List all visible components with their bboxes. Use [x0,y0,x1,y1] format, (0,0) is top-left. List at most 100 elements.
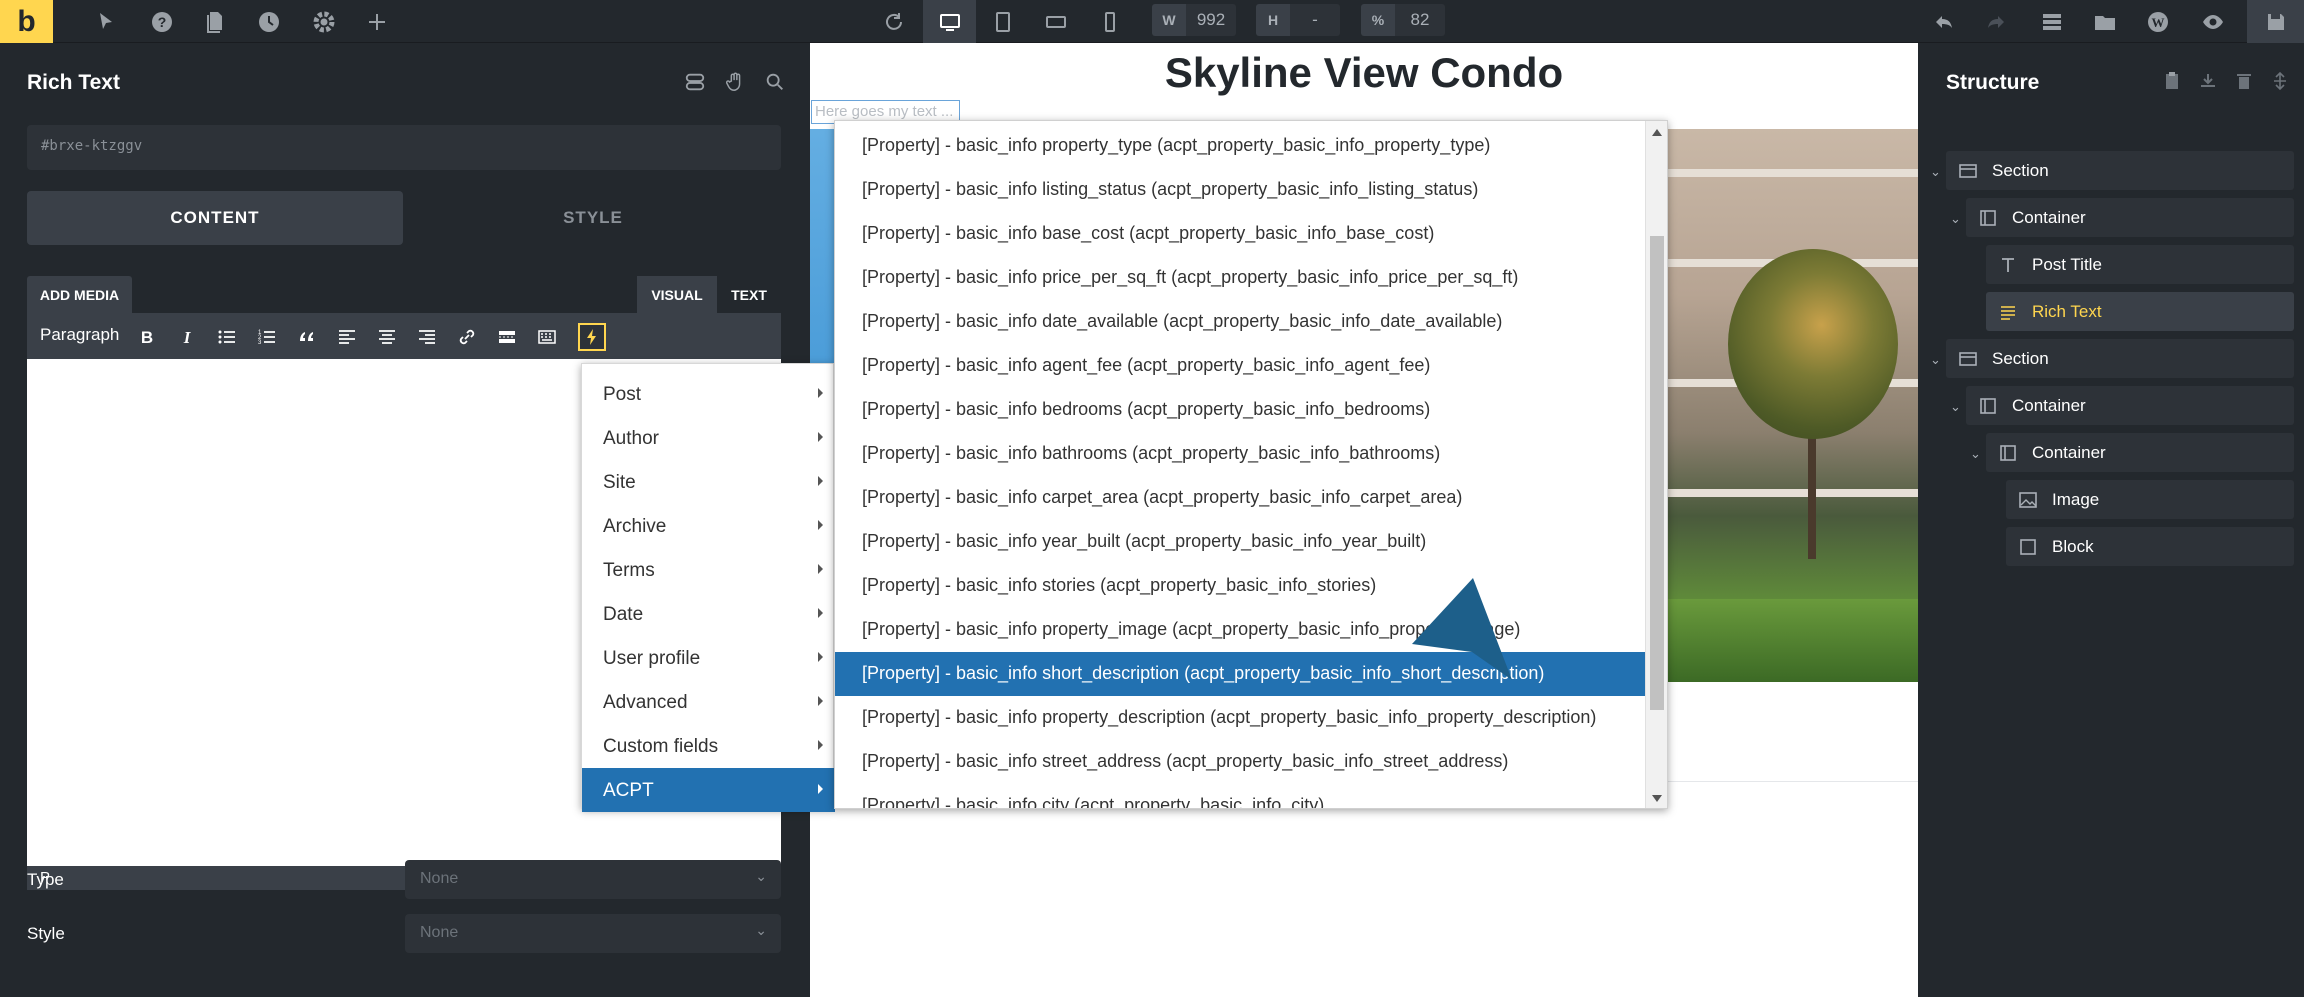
settings-icon[interactable] [302,0,346,43]
save-icon[interactable] [2247,0,2304,43]
style-select[interactable]: None ⌄ [405,914,781,953]
scroll-thumb[interactable] [1650,236,1664,710]
tab-content[interactable]: CONTENT [27,191,403,245]
search-icon[interactable] [764,71,786,98]
mobile-portrait-icon[interactable] [1088,0,1132,43]
history-icon[interactable] [247,0,291,43]
scroll-down-arrow-icon[interactable] [1652,795,1662,802]
tree-node-container[interactable]: Container [1986,433,2294,472]
field-option[interactable]: [Property] - basic_info property_descrip… [835,696,1645,740]
menu-item-advanced[interactable]: Advanced [582,680,835,724]
zoom-control[interactable]: % 82 [1361,4,1445,36]
field-option[interactable]: [Property] - basic_info bedrooms (acpt_p… [835,388,1645,432]
menu-item-user-profile[interactable]: User profile [582,636,835,680]
desktop-breakpoint-icon[interactable] [923,0,976,43]
templates-icon[interactable] [2030,0,2074,43]
tree-node-container[interactable]: Container [1966,386,2294,425]
link-icon[interactable] [453,323,481,351]
toolbar-toggle-icon[interactable] [533,323,561,351]
blockquote-icon[interactable] [293,323,321,351]
height-input[interactable]: - [1290,4,1340,36]
tree-node-section[interactable]: Section [1946,339,2294,378]
bold-icon[interactable]: B [133,323,161,351]
numbered-list-icon[interactable]: 123 [253,323,281,351]
pages-icon[interactable] [193,0,237,43]
menu-item-author[interactable]: Author [582,416,835,460]
tab-visual[interactable]: VISUAL [637,276,717,313]
tree-node-block[interactable]: Block [2006,527,2294,566]
submenu-scrollbar[interactable] [1645,121,1667,808]
class-toggle-icon[interactable] [684,71,706,98]
preview-icon[interactable] [2191,0,2235,43]
tree-node-image[interactable]: Image [2006,480,2294,519]
mobile-landscape-icon[interactable] [1034,0,1078,43]
field-option[interactable]: [Property] - basic_info carpet_area (acp… [835,476,1645,520]
css-id-field[interactable]: #brxe-ktzggv [27,125,781,170]
collapse-caret-icon[interactable]: ⌄ [1950,399,1961,415]
collapse-caret-icon[interactable]: ⌄ [1950,211,1961,227]
menu-item-custom-fields[interactable]: Custom fields [582,724,835,768]
redo-icon[interactable] [1974,0,2018,43]
collapse-caret-icon[interactable]: ⌄ [1970,446,1981,462]
tree-node-container[interactable]: Container [1966,198,2294,237]
clipboard-icon[interactable] [2162,71,2182,96]
folder-icon[interactable] [2083,0,2127,43]
field-option[interactable]: [Property] - basic_info year_built (acpt… [835,520,1645,564]
field-option[interactable]: [Property] - basic_info property_type (a… [835,124,1645,168]
undo-icon[interactable] [1922,0,1966,43]
field-option[interactable]: [Property] - basic_info price_per_sq_ft … [835,256,1645,300]
width-label: W [1152,4,1186,36]
menu-item-site[interactable]: Site [582,460,835,504]
align-left-icon[interactable] [333,323,361,351]
menu-item-terms[interactable]: Terms [582,548,835,592]
collapse-icon[interactable] [2270,71,2290,96]
height-control[interactable]: H - [1256,4,1340,36]
trash-icon[interactable] [2234,71,2254,96]
field-option[interactable]: [Property] - basic_info date_available (… [835,300,1645,344]
field-option[interactable]: [Property] - basic_info base_cost (acpt_… [835,212,1645,256]
help-icon[interactable]: ? [140,0,184,43]
dynamic-data-icon[interactable] [578,323,606,351]
field-option[interactable]: [Property] - basic_info stories (acpt_pr… [835,564,1645,608]
menu-item-post[interactable]: Post [582,372,835,416]
bricks-logo[interactable]: b [0,0,53,43]
collapse-caret-icon[interactable]: ⌄ [1930,164,1941,180]
menu-item-acpt[interactable]: ACPT [582,768,835,812]
paragraph-format-select[interactable]: Paragraph [40,325,119,345]
field-option[interactable]: [Property] - basic_info agent_fee (acpt_… [835,344,1645,388]
submenu-arrow-icon [818,652,823,662]
wordpress-icon[interactable]: W [2136,0,2180,43]
tab-text[interactable]: TEXT [717,276,781,313]
width-input[interactable]: 992 [1186,4,1236,36]
field-option[interactable]: [Property] - basic_info listing_status (… [835,168,1645,212]
field-option-selected[interactable]: [Property] - basic_info short_descriptio… [835,652,1645,696]
width-control[interactable]: W 992 [1152,4,1236,36]
field-option[interactable]: [Property] - basic_info city (acpt_prope… [835,784,1645,808]
type-select[interactable]: None ⌄ [405,860,781,899]
field-option[interactable]: [Property] - basic_info property_image (… [835,608,1645,652]
field-option[interactable]: [Property] - basic_info street_address (… [835,740,1645,784]
tab-style[interactable]: STYLE [405,191,781,245]
add-media-button[interactable]: ADD MEDIA [27,276,132,313]
tree-node-rich-text[interactable]: Rich Text [1986,292,2294,331]
align-center-icon[interactable] [373,323,401,351]
pointer-icon[interactable] [84,0,128,43]
menu-item-date[interactable]: Date [582,592,835,636]
collapse-caret-icon[interactable]: ⌄ [1930,352,1941,368]
menu-item-archive[interactable]: Archive [582,504,835,548]
page-title[interactable]: Skyline View Condo [810,49,1918,97]
read-more-icon[interactable] [493,323,521,351]
hand-icon[interactable] [724,71,746,98]
align-right-icon[interactable] [413,323,441,351]
download-icon[interactable] [2198,71,2218,96]
italic-icon[interactable]: I [173,323,201,351]
zoom-input[interactable]: 82 [1395,4,1445,36]
scroll-up-arrow-icon[interactable] [1652,129,1662,136]
add-element-icon[interactable] [355,0,399,43]
bullet-list-icon[interactable] [213,323,241,351]
tablet-portrait-icon[interactable] [981,0,1025,43]
reload-icon[interactable] [872,0,916,43]
tree-node-post-title[interactable]: Post Title [1986,245,2294,284]
tree-node-section[interactable]: Section [1946,151,2294,190]
field-option[interactable]: [Property] - basic_info bathrooms (acpt_… [835,432,1645,476]
